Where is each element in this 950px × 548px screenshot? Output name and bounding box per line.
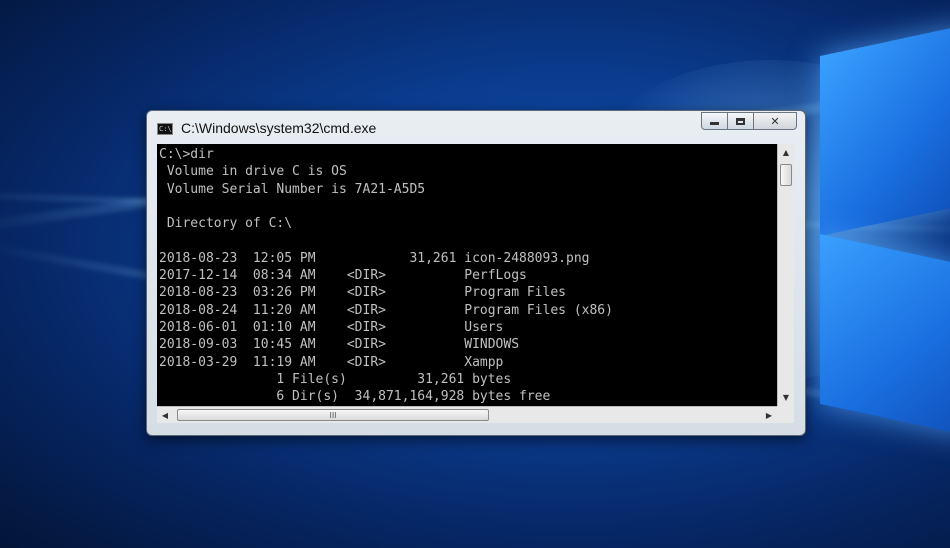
windows-logo-pane [820,24,950,236]
console-line: Volume Serial Number is 7A21-A5D5 [159,181,426,197]
maximize-button[interactable] [727,112,753,130]
cmd-icon[interactable]: C:\ [157,123,173,135]
grip-icon: III [329,410,337,420]
window-title: C:\Windows\system32\cmd.exe [181,120,377,136]
minimize-button[interactable] [701,112,727,130]
scroll-right-icon[interactable]: ▶ [761,407,777,423]
scroll-left-icon[interactable]: ◀ [157,407,173,423]
console-line: 2018-06-01 01:10 AM <DIR> Users [159,319,504,335]
close-icon: ✕ [770,114,780,128]
console-line: Volume in drive C is OS [159,164,347,180]
size-grip [777,406,794,423]
console-line: 2018-08-23 03:26 PM <DIR> Program Files [159,285,566,301]
horizontal-scroll-thumb[interactable]: III [177,409,489,421]
minimize-icon [710,122,719,125]
maximize-icon [736,117,745,125]
console-line: 2017-12-14 08:34 AM <DIR> PerfLogs [159,268,527,284]
console-line: 2018-09-03 10:45 AM <DIR> WINDOWS [159,337,520,353]
horizontal-scrollbar[interactable]: ◀ III ▶ [157,406,777,423]
scroll-down-icon[interactable]: ▼ [778,389,794,406]
windows-logo-pane [820,234,950,436]
cmd-window: C:\ C:\Windows\system32\cmd.exe ✕ C:\>di… [146,110,806,436]
close-button[interactable]: ✕ [753,112,797,130]
console-line: C:\>dir [159,147,214,162]
console-line: 2018-08-24 11:20 AM <DIR> Program Files … [159,302,613,318]
console-line: 6 Dir(s) 34,871,164,928 bytes free [159,389,551,405]
console-output[interactable]: C:\>dir Volume in drive C is OS Volume S… [157,144,777,406]
console-line: 1 File(s) 31,261 bytes [159,371,512,387]
console-line: Directory of C:\ [159,216,293,232]
console-line: 2018-08-23 12:05 PM 31,261 icon-2488093.… [159,250,590,266]
scroll-up-icon[interactable]: ▲ [778,144,794,161]
vertical-scrollbar[interactable]: ▲ ▼ [777,144,794,406]
vertical-scroll-thumb[interactable] [780,164,792,186]
caption-buttons: ✕ [701,112,797,130]
console-text: C:\>dir Volume in drive C is OS Volume S… [157,144,777,405]
title-bar[interactable]: C:\ C:\Windows\system32\cmd.exe ✕ [147,111,805,143]
console-line: 2018-03-29 11:19 AM <DIR> Xampp [159,354,504,370]
